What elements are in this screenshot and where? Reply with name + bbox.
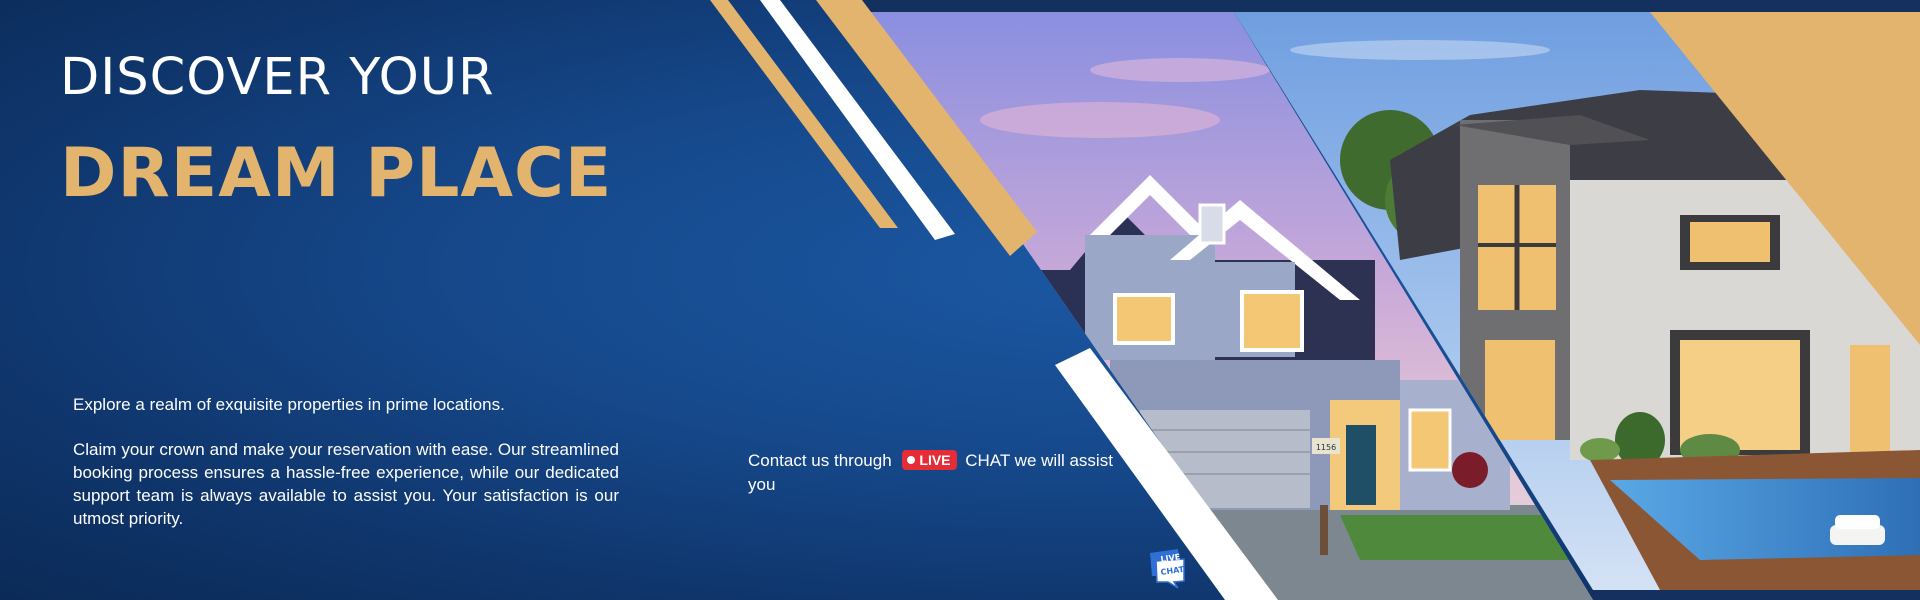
live-dot-icon (907, 456, 916, 464)
live-badge-label: LIVE (919, 452, 951, 468)
contact-prefix: Contact us through (748, 451, 892, 470)
contact-text: Contact us through LIVE CHAT we will ass… (748, 449, 1128, 497)
headline-dream-place: DREAM PLACE (60, 134, 613, 213)
headline-discover: DISCOVER YOUR (60, 48, 495, 107)
hero-banner: 1156 DISCOVER YOUR DREAM PLACE Explore a… (0, 0, 1920, 600)
live-badge[interactable]: LIVE (902, 450, 957, 470)
intro-text: Explore a realm of exquisite properties … (73, 395, 505, 414)
house-number: 1156 (1316, 443, 1336, 452)
chat-bubble-icon[interactable]: LIVE CHAT (1144, 545, 1188, 589)
body-text: Claim your crown and make your reservati… (73, 440, 619, 528)
